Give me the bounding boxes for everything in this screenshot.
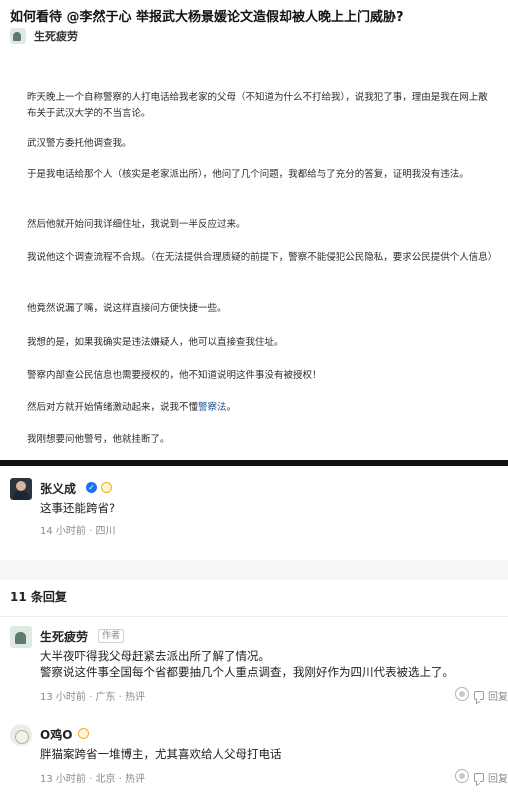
more-options-icon[interactable] <box>455 687 469 701</box>
answer-paragraph-suffix: 。 <box>226 402 237 413</box>
question-title[interactable]: 如何看待 @李然于心 举报武大杨景媛论文造假却被人晚上上门威胁? <box>10 6 404 25</box>
answer-paragraph: 然后对方就开始情绪激动起来，说我不懂警察法。 <box>27 400 497 416</box>
answer-screenshot: 如何看待 @李然于心 举报武大杨景媛论文造假却被人晚上上门威胁? 生死疲劳 昨天… <box>0 0 508 460</box>
answer-paragraph-text: 然后对方就开始情绪激动起来，说我不懂 <box>27 402 199 413</box>
hot-comment-label: 热评 <box>125 774 145 785</box>
author-name[interactable]: 生死疲劳 <box>34 28 78 44</box>
commenter-avatar[interactable] <box>10 478 32 500</box>
reply-text-line: 警察说这件事全国每个省都要抽几个人重点调查，我刚好作为四川代表被选上了。 <box>40 665 454 679</box>
reply-location: 北京 <box>95 774 116 785</box>
verified-badge-icon: ✓ <box>86 482 97 493</box>
replies-section: 11 条回复 生死疲劳 作者 大半夜吓得我父母赶紧去派出所了解了情况。 警察说这… <box>0 580 508 800</box>
comment: 张义成 ✓ 这事还能跨省? 14 小时前 · 四川 <box>0 466 508 560</box>
answer-paragraph: 武汉警方委托他调查我。 <box>27 138 132 149</box>
answer-author[interactable]: 生死疲劳 <box>10 28 78 44</box>
author-tag: 作者 <box>98 629 125 643</box>
answer-paragraph: 然后他就开始问我详细住址，我说到一半反应过来。 <box>27 219 246 230</box>
comment-location: 四川 <box>95 526 116 537</box>
reply-meta: 13 小时前 · 广东 · 热评 <box>40 692 145 703</box>
hot-comment-label: 热评 <box>125 692 145 703</box>
level-badge-icon <box>101 482 112 493</box>
answer-paragraph: 我想的是，如果我确实是违法嫌疑人，他可以直接查我住址。 <box>27 337 284 348</box>
reply-location: 广东 <box>95 692 116 703</box>
comment-meta: 14 小时前 · 四川 <box>40 526 116 537</box>
answer-paragraph: 警察内部查公民信息也需要授权的，他不知道说明这件事没有被授权！ <box>27 370 322 381</box>
reply-user[interactable]: 生死疲劳 <box>40 628 88 645</box>
answer-paragraph: 于是我电话给那个人（核实是老家派出所），他问了几个问题，我都给与了充分的答复，证… <box>27 169 469 180</box>
reply-text-line: 大半夜吓得我父母赶紧去派出所了解了情况。 <box>40 649 270 663</box>
level-badge-icon <box>78 728 89 739</box>
reply-button-label: 回复 <box>488 774 508 785</box>
more-options-icon[interactable] <box>455 769 469 783</box>
reply-icon <box>474 773 484 782</box>
reply-count: 11 条回复 <box>10 590 67 604</box>
author-avatar[interactable] <box>10 28 26 44</box>
commenter-name[interactable]: 张义成 <box>40 480 76 497</box>
police-law-link[interactable]: 警察法 <box>198 402 227 413</box>
answer-paragraph: 我刚想要问他警号，他就挂断了。 <box>27 434 170 445</box>
reply-button[interactable]: 回复 <box>474 770 508 785</box>
comment-time: 14 小时前 <box>40 526 86 537</box>
reply-avatar[interactable] <box>10 724 32 746</box>
reply-time: 13 小时前 <box>40 774 86 785</box>
section-gap <box>0 560 508 580</box>
reply-button[interactable]: 回复 <box>474 688 508 703</box>
answer-paragraph: 我说他这个调查流程不合规。（在无法提供合理质疑的前提下，警察不能侵犯公民隐私，要… <box>27 252 498 263</box>
reply-text-line: 胖猫案跨省一堆博主，尤其喜欢给人父母打电话 <box>40 747 282 761</box>
reply-time: 13 小时前 <box>40 692 86 703</box>
answer-paragraph: 他竟然说漏了嘴，说这样直接问方便快捷一些。 <box>27 303 227 314</box>
divider <box>0 616 508 617</box>
reply-icon <box>474 691 484 700</box>
reply-user[interactable]: O鸡O <box>40 726 72 743</box>
comment-text: 这事还能跨省? <box>40 501 116 515</box>
reply-meta: 13 小时前 · 北京 · 热评 <box>40 774 145 785</box>
answer-paragraph: 昨天晚上一个自称警察的人打电话给我老家的父母（不知道为什么不打给我），说我犯了事… <box>27 92 488 119</box>
reply-button-label: 回复 <box>488 692 508 703</box>
reply-avatar[interactable] <box>10 626 32 648</box>
